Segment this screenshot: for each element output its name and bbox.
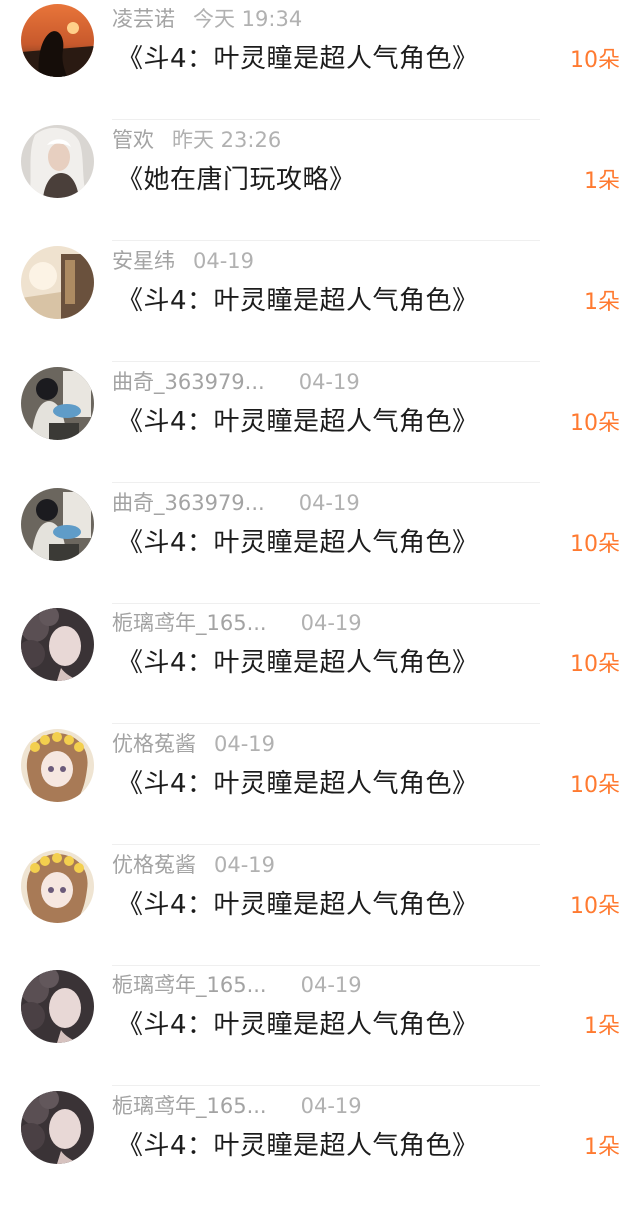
white-haired-anime-avatar-icon[interactable] <box>21 125 94 198</box>
timestamp: 昨天 23:26 <box>172 128 282 152</box>
painter-girl-avatar-icon[interactable] <box>21 488 94 561</box>
list-item[interactable]: 栀璃鸢年_165... 04-19 《斗4：叶灵瞳是超人气角色》 1朵 <box>0 966 640 1086</box>
list-item[interactable]: 曲奇_363979... 04-19 《斗4：叶灵瞳是超人气角色》 10朵 <box>0 484 640 604</box>
gift-count: 10朵 <box>570 652 620 677</box>
dark-curly-hair-avatar-icon[interactable] <box>21 608 94 681</box>
divider <box>112 1085 540 1086</box>
user-name[interactable]: 安星纬 <box>112 246 175 276</box>
user-name[interactable]: 凌芸诺 <box>112 4 175 34</box>
list-item[interactable]: 管欢 昨天 23:26 《她在唐门玩攻略》 1朵 <box>0 121 640 241</box>
book-title[interactable]: 《斗4：叶灵瞳是超人气角色》 <box>117 765 479 803</box>
timestamp: 04-19 <box>298 370 360 394</box>
gift-count: 10朵 <box>570 773 620 798</box>
room-light-avatar-icon[interactable] <box>21 246 94 319</box>
timestamp: 04-19 <box>193 249 255 273</box>
divider <box>112 361 540 362</box>
divider <box>112 119 540 120</box>
timestamp: 04-19 <box>214 853 276 877</box>
flower-crown-girl-avatar-icon[interactable] <box>21 729 94 802</box>
timestamp: 04-19 <box>214 732 276 756</box>
list-item[interactable]: 优格菟酱 04-19 《斗4：叶灵瞳是超人气角色》 10朵 <box>0 725 640 845</box>
gift-record-list: 凌芸诺 今天 19:34 《斗4：叶灵瞳是超人气角色》 10朵 管欢 昨天 23:2… <box>0 0 640 1193</box>
flower-crown-girl-avatar-icon[interactable] <box>21 850 94 923</box>
list-item[interactable]: 凌芸诺 今天 19:34 《斗4：叶灵瞳是超人气角色》 10朵 <box>0 0 640 120</box>
book-title[interactable]: 《斗4：叶灵瞳是超人气角色》 <box>117 644 479 682</box>
user-name[interactable]: 曲奇_363979... <box>112 488 265 518</box>
divider <box>112 723 540 724</box>
divider <box>112 240 540 241</box>
divider <box>112 482 540 483</box>
sunset-silhouette-avatar-icon[interactable] <box>21 4 94 77</box>
book-title[interactable]: 《斗4：叶灵瞳是超人气角色》 <box>117 1127 479 1165</box>
user-name[interactable]: 管欢 <box>112 125 154 155</box>
gift-count: 10朵 <box>570 411 620 436</box>
gift-count: 1朵 <box>584 1014 620 1039</box>
gift-count: 10朵 <box>570 894 620 919</box>
book-title[interactable]: 《斗4：叶灵瞳是超人气角色》 <box>117 282 479 320</box>
gift-count: 1朵 <box>584 290 620 315</box>
timestamp: 04-19 <box>298 491 360 515</box>
book-title[interactable]: 《斗4：叶灵瞳是超人气角色》 <box>117 40 479 78</box>
list-item[interactable]: 曲奇_363979... 04-19 《斗4：叶灵瞳是超人气角色》 10朵 <box>0 363 640 483</box>
list-item[interactable]: 栀璃鸢年_165... 04-19 《斗4：叶灵瞳是超人气角色》 1朵 <box>0 1087 640 1207</box>
user-name[interactable]: 栀璃鸢年_165... <box>112 970 267 1000</box>
book-title[interactable]: 《斗4：叶灵瞳是超人气角色》 <box>117 524 479 562</box>
timestamp: 04-19 <box>300 611 362 635</box>
user-name[interactable]: 曲奇_363979... <box>112 367 265 397</box>
list-item[interactable]: 安星纬 04-19 《斗4：叶灵瞳是超人气角色》 1朵 <box>0 242 640 362</box>
dark-curly-hair-avatar-icon[interactable] <box>21 1091 94 1164</box>
gift-count: 1朵 <box>584 169 620 194</box>
list-item[interactable]: 栀璃鸢年_165... 04-19 《斗4：叶灵瞳是超人气角色》 10朵 <box>0 604 640 724</box>
user-name[interactable]: 栀璃鸢年_165... <box>112 1091 267 1121</box>
book-title[interactable]: 《斗4：叶灵瞳是超人气角色》 <box>117 1006 479 1044</box>
user-name[interactable]: 优格菟酱 <box>112 729 196 759</box>
book-title[interactable]: 《斗4：叶灵瞳是超人气角色》 <box>117 886 479 924</box>
gift-count: 10朵 <box>570 532 620 557</box>
gift-count: 1朵 <box>584 1135 620 1160</box>
dark-curly-hair-avatar-icon[interactable] <box>21 970 94 1043</box>
user-name[interactable]: 优格菟酱 <box>112 850 196 880</box>
timestamp: 今天 19:34 <box>193 7 303 31</box>
list-item[interactable]: 优格菟酱 04-19 《斗4：叶灵瞳是超人气角色》 10朵 <box>0 846 640 966</box>
timestamp: 04-19 <box>300 973 362 997</box>
divider <box>112 844 540 845</box>
gift-count: 10朵 <box>570 48 620 73</box>
user-name[interactable]: 栀璃鸢年_165... <box>112 608 267 638</box>
painter-girl-avatar-icon[interactable] <box>21 367 94 440</box>
book-title[interactable]: 《她在唐门玩攻略》 <box>117 161 356 199</box>
book-title[interactable]: 《斗4：叶灵瞳是超人气角色》 <box>117 403 479 441</box>
timestamp: 04-19 <box>300 1094 362 1118</box>
